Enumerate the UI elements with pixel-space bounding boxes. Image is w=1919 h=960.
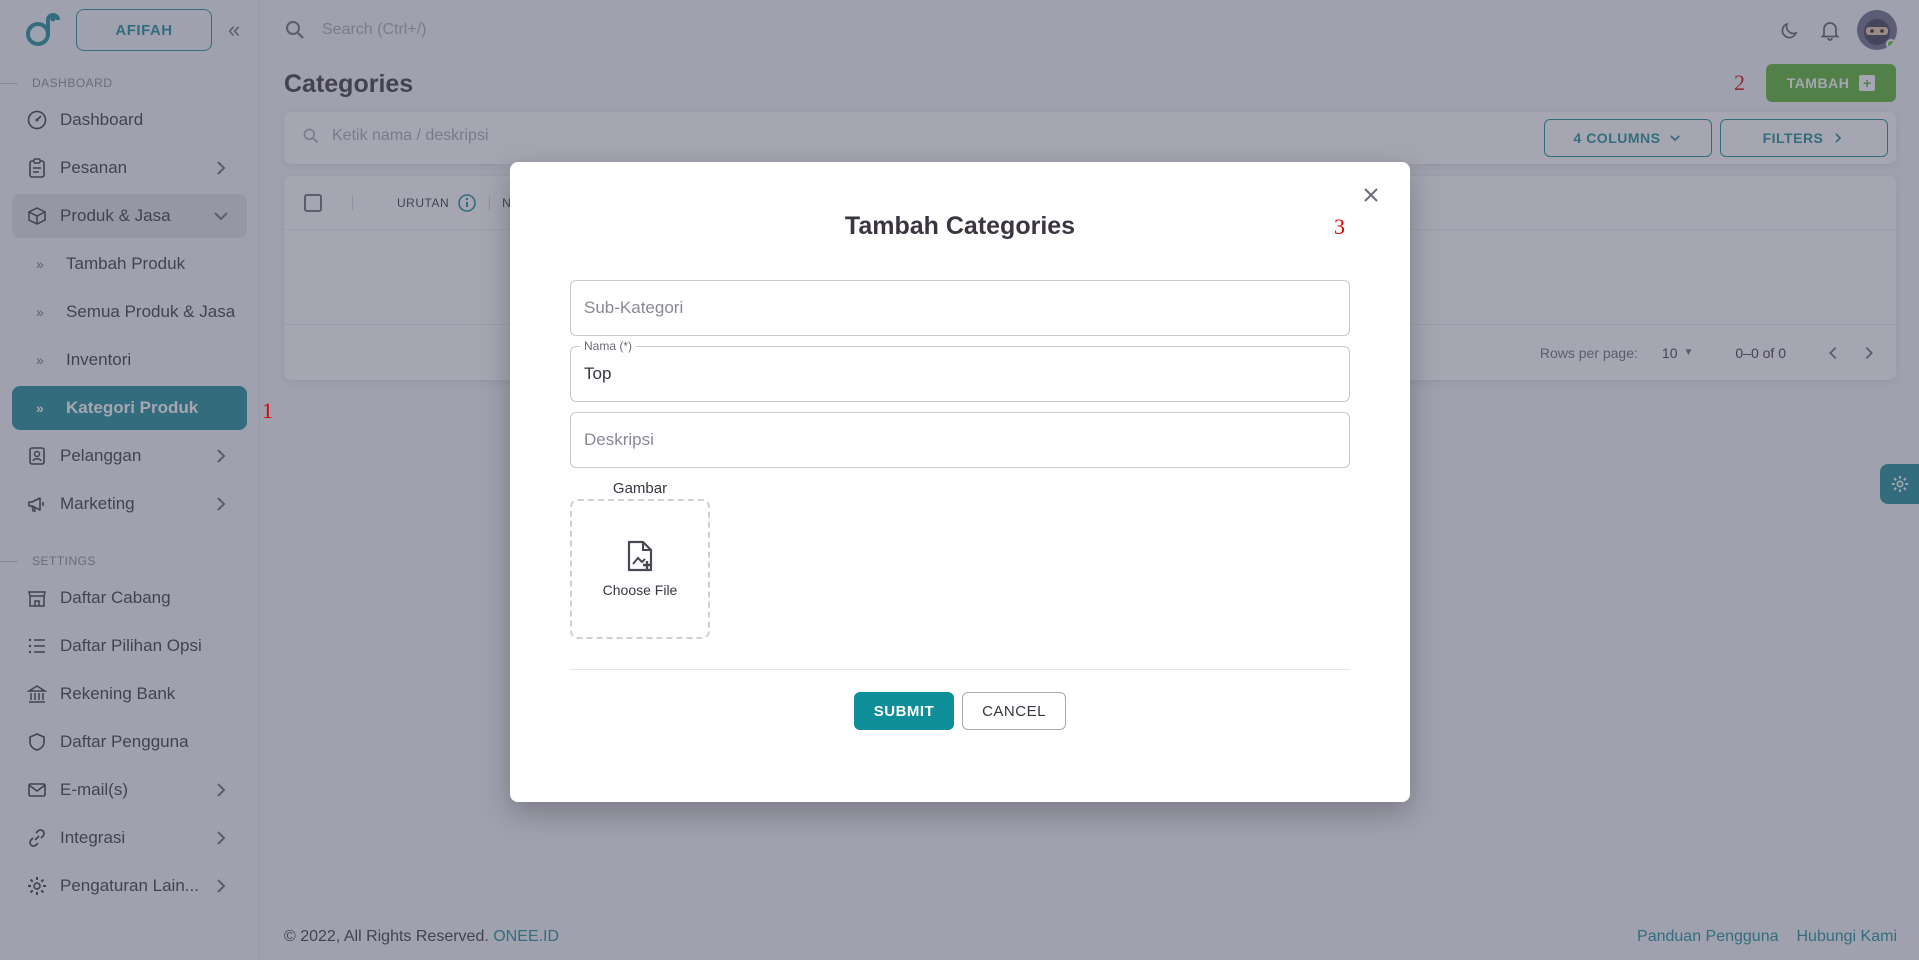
tambah-categories-dialog: Tambah Categories 3 Sub-Kategori Nama (*… xyxy=(510,162,1410,802)
deskripsi-field[interactable]: Deskripsi xyxy=(570,412,1350,468)
submit-button[interactable]: SUBMIT xyxy=(854,692,954,730)
nama-field[interactable]: Nama (*) Top xyxy=(570,339,1350,402)
close-icon[interactable] xyxy=(1360,184,1382,206)
nama-value: Top xyxy=(584,364,612,383)
sub-kategori-field[interactable]: Sub-Kategori xyxy=(570,280,1350,336)
dialog-title: Tambah Categories xyxy=(844,212,1076,240)
file-add-icon xyxy=(627,540,653,572)
annotation-number-3: 3 xyxy=(1334,214,1345,239)
gambar-label: Gambar xyxy=(612,480,668,497)
sub-kategori-placeholder: Sub-Kategori xyxy=(584,298,684,317)
nama-label: Nama (*) xyxy=(580,339,637,353)
cancel-button[interactable]: CANCEL xyxy=(962,692,1066,730)
image-upload-dropzone[interactable]: Choose File xyxy=(570,499,710,639)
deskripsi-placeholder: Deskripsi xyxy=(584,430,654,449)
dialog-divider xyxy=(570,669,1350,670)
choose-file-label: Choose File xyxy=(602,582,678,598)
annotation-number-1: 1 xyxy=(262,398,273,423)
